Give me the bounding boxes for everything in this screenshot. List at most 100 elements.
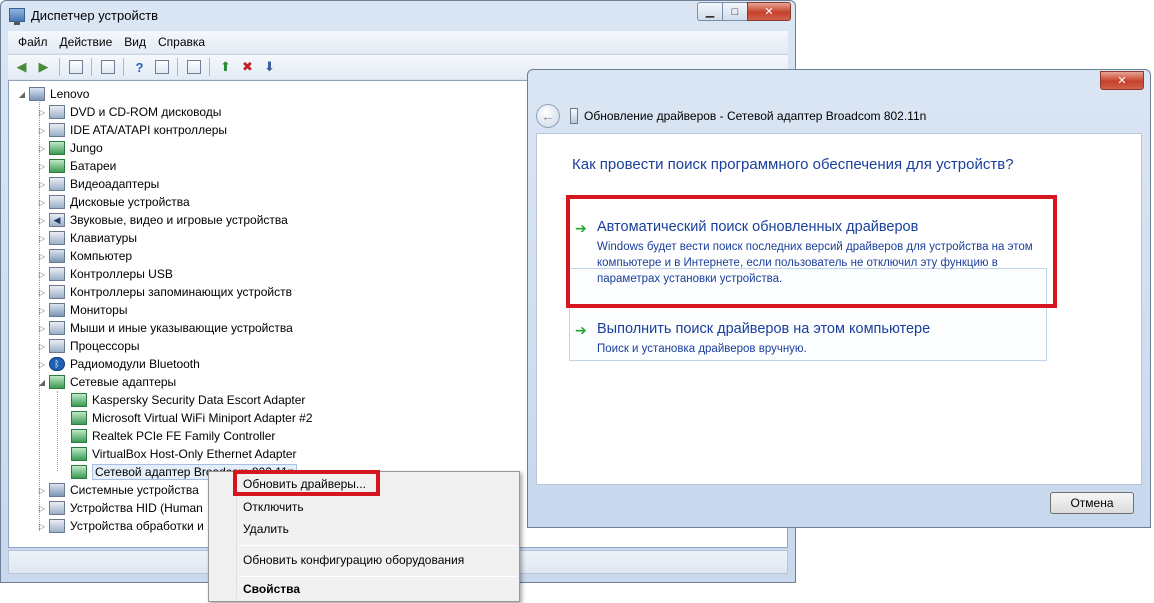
caption-buttons: ▁ □ ✕ [697,2,791,21]
toolbar-separator [177,58,178,76]
expand-arrow-icon[interactable]: ▷ [37,144,47,153]
tree-category[interactable]: ▷ Процессоры [37,337,140,355]
tree-category[interactable]: ▷ IDE ATA/ATAPI контроллеры [37,121,227,139]
tree-category[interactable]: ▷ Видеоадаптеры [37,175,159,193]
expand-arrow-icon[interactable]: ▷ [37,288,47,297]
tree-node-label: Устройства обработки и [70,519,204,533]
tree-node-root[interactable]: ◢ Lenovo [17,85,89,103]
tree-category-network-adapters[interactable]: ◢ Сетевые адаптеры [37,373,176,391]
tree-node-label: Клавиатуры [70,231,137,245]
jungo-device-icon [49,141,65,155]
storage-controller-icon [49,285,65,299]
expand-arrow-icon[interactable]: ▷ [37,486,47,495]
network-adapter-icon [71,411,87,425]
tree-category[interactable]: ▷ Jungo [37,139,103,157]
collapse-arrow-icon[interactable]: ◢ [17,90,27,99]
network-adapter-icon [71,447,87,461]
back-arrow-icon[interactable]: ← [536,104,560,128]
properties-icon[interactable] [98,58,117,77]
tree-category[interactable]: ▷ Компьютер [37,247,132,265]
display-adapter-icon [49,177,65,191]
menu-item-properties[interactable]: Свойства [243,580,300,598]
expand-arrow-icon[interactable]: ▷ [37,270,47,279]
tree-node-label: Lenovo [50,87,90,101]
battery-icon [49,159,65,173]
show-hide-console-tree-icon[interactable] [66,58,85,77]
minimize-button[interactable]: ▁ [697,2,723,21]
tree-device[interactable]: VirtualBox Host-Only Ethernet Adapter [71,445,297,463]
expand-arrow-icon[interactable]: ▷ [37,522,47,531]
hid-device-icon [49,501,65,515]
menu-bar: Файл Действие Вид Справка [8,31,788,53]
tree-category[interactable]: ▷ ◀ Звуковые, видео и игровые устройства [37,211,288,229]
expand-arrow-icon[interactable]: ▷ [37,162,47,171]
tree-category[interactable]: ▷ Клавиатуры [37,229,137,247]
close-button[interactable]: ✕ [747,2,791,21]
tree-node-label: Радиомодули Bluetooth [70,357,200,371]
expand-arrow-icon[interactable]: ▷ [37,252,47,261]
tree-node-label: Системные устройства [70,483,199,497]
dialog-close-button[interactable]: ✕ [1100,71,1144,90]
menu-file[interactable]: Файл [12,35,54,49]
expand-arrow-icon[interactable]: ▷ [37,306,47,315]
action-pane-icon[interactable] [152,58,171,77]
menu-view[interactable]: Вид [118,35,152,49]
tree-category[interactable]: ▷ Устройства обработки и [37,517,204,535]
tree-category[interactable]: ▷ Контроллеры USB [37,265,173,283]
tree-category[interactable]: ▷ Дисковые устройства [37,193,190,211]
toolbar-separator [209,58,210,76]
highlight-auto-search [566,195,1057,308]
tree-node-label: Видеоадаптеры [70,177,160,191]
help-icon[interactable]: ? [130,58,149,77]
cancel-button[interactable]: Отмена [1050,492,1134,514]
menu-action[interactable]: Действие [54,35,119,49]
back-arrow-icon[interactable]: ◀ [12,58,31,77]
expand-arrow-icon[interactable]: ▷ [37,360,47,369]
scan-hardware-icon[interactable] [184,58,203,77]
menu-item-scan-hardware[interactable]: Обновить конфигурацию оборудования [243,551,464,569]
window-title: Диспетчер устройств [31,8,159,23]
menu-item-disable[interactable]: Отключить [243,498,304,516]
menu-help[interactable]: Справка [152,35,211,49]
system-devices-icon [49,483,65,497]
dialog-footer: Отмена [536,485,1142,525]
collapse-arrow-icon[interactable]: ◢ [37,378,47,387]
device-manager-icon [9,8,25,25]
tree-category[interactable]: ▷ ᛒ Радиомодули Bluetooth [37,355,200,373]
expand-arrow-icon[interactable]: ▷ [37,180,47,189]
menu-item-uninstall[interactable]: Удалить [243,520,289,538]
tree-node-label: Realtek PCIe FE Family Controller [92,429,276,443]
tree-category[interactable]: ▷ Мыши и иные указывающие устройства [37,319,293,337]
tree-category[interactable]: ▷ Батареи [37,157,116,175]
expand-arrow-icon[interactable]: ▷ [37,216,47,225]
expand-arrow-icon[interactable]: ▷ [37,198,47,207]
tree-device[interactable]: Microsoft Virtual WiFi Miniport Adapter … [71,409,313,427]
maximize-button[interactable]: □ [722,2,748,21]
tree-node-label: IDE ATA/ATAPI контроллеры [70,123,228,137]
tree-category[interactable]: ▷ Устройства HID (Human [37,499,203,517]
dvd-drive-icon [49,105,65,119]
expand-arrow-icon[interactable]: ▷ [37,234,47,243]
expand-arrow-icon[interactable]: ▷ [37,126,47,135]
tree-device[interactable]: Kaspersky Security Data Escort Adapter [71,391,305,409]
tree-node-label: Батареи [70,159,117,173]
expand-arrow-icon[interactable]: ▷ [37,324,47,333]
network-adapter-icon [71,465,87,479]
disable-device-icon[interactable]: ⬇ [260,58,279,77]
toolbar-separator [59,58,60,76]
tree-device[interactable]: Realtek PCIe FE Family Controller [71,427,275,445]
expand-arrow-icon[interactable]: ▷ [37,108,47,117]
forward-arrow-icon[interactable]: ▶ [34,58,53,77]
title-bar[interactable]: Диспетчер устройств ▁ □ ✕ [1,1,795,31]
update-driver-icon[interactable]: ⬆ [216,58,235,77]
option-manual-search[interactable]: ➔ Выполнить поиск драйверов на этом комп… [575,321,1045,361]
uninstall-icon[interactable]: ✖ [238,58,257,77]
tree-category[interactable]: ▷ Мониторы [37,301,127,319]
tree-node-label: DVD и CD-ROM дисководы [70,105,222,119]
tree-category[interactable]: ▷ Системные устройства [37,481,199,499]
dialog-header: ← Обновление драйверов - Сетевой адаптер… [536,99,1142,133]
expand-arrow-icon[interactable]: ▷ [37,342,47,351]
tree-category[interactable]: ▷ DVD и CD-ROM дисководы [37,103,221,121]
expand-arrow-icon[interactable]: ▷ [37,504,47,513]
tree-category[interactable]: ▷ Контроллеры запоминающих устройств [37,283,292,301]
